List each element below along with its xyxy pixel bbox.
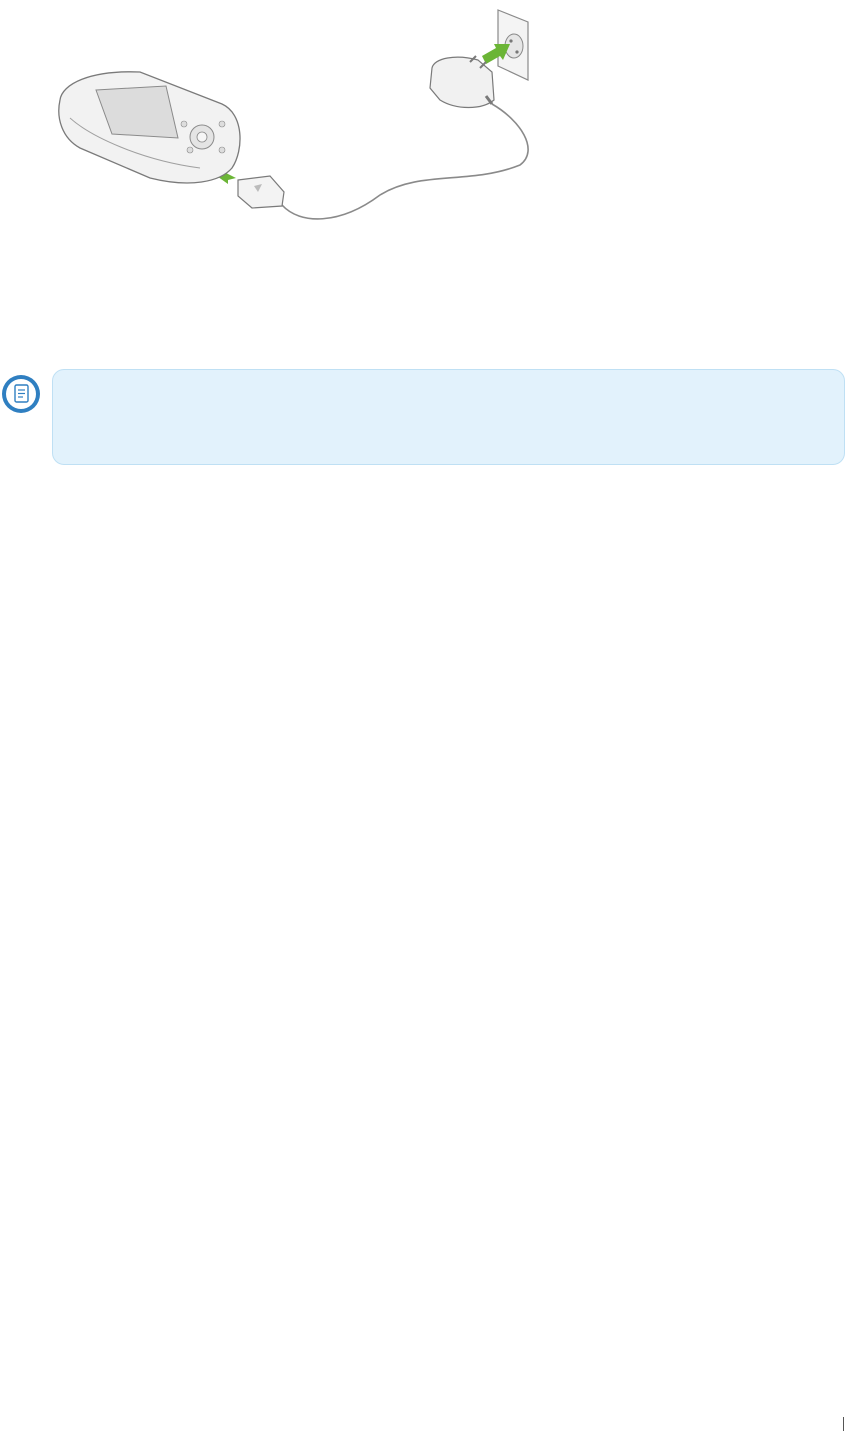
power-adapter (429, 55, 495, 109)
sync-connector (237, 175, 285, 209)
page-marker (843, 1417, 844, 1431)
note-box (52, 369, 845, 465)
handheld-device (58, 71, 241, 184)
charging-cable (281, 103, 529, 220)
charging-illustration (58, 9, 529, 220)
note-info-icon (2, 375, 40, 413)
